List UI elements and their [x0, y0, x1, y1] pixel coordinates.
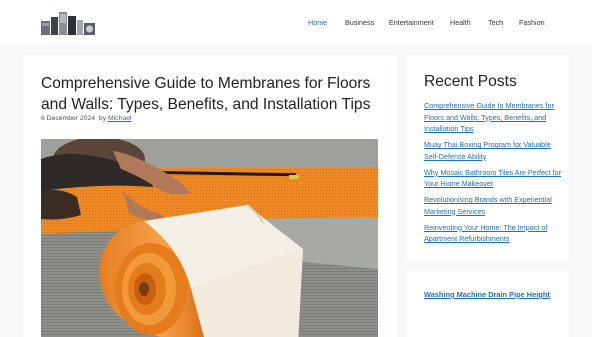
post-article: Comprehensive Guide to Membranes for Flo…: [23, 55, 397, 337]
nav-business[interactable]: Business: [345, 18, 374, 27]
nav-entertainment[interactable]: Entertainment: [389, 18, 434, 27]
list-item: Muay Thai Boxing Program for Valuable Se…: [424, 139, 564, 162]
nav-fashion[interactable]: Fashion: [519, 18, 545, 27]
recent-post-link[interactable]: Comprehensive Guide to Membranes for Flo…: [424, 101, 554, 133]
featured-link-widget: Washing Machine Drain Pipe Height: [406, 270, 569, 337]
recent-post-link[interactable]: Muay Thai Boxing Program for Valuable Se…: [424, 140, 551, 161]
recent-posts-list: Comprehensive Guide to Membranes for Flo…: [424, 100, 564, 249]
list-item: Revolutionising Brands with Experiential…: [424, 194, 564, 217]
post-author-link[interactable]: Michael: [108, 115, 131, 122]
post-meta: 6 December 2024 by Michael: [41, 115, 131, 122]
nav-home[interactable]: Home: [308, 18, 327, 27]
recent-post-link[interactable]: Why Mosaic Bathroom Tiles Are Perfect fo…: [424, 168, 561, 189]
list-item: Reinventing Your Home: The Impact of Apa…: [424, 222, 564, 245]
recent-posts-widget: Recent Posts Comprehensive Guide to Memb…: [406, 55, 569, 261]
list-item: Comprehensive Guide to Membranes for Flo…: [424, 100, 564, 135]
nav-health[interactable]: Health: [450, 18, 471, 27]
list-item: Why Mosaic Bathroom Tiles Are Perfect fo…: [424, 167, 564, 190]
recent-posts-title: Recent Posts: [424, 73, 517, 90]
nav-tech[interactable]: Tech: [488, 18, 503, 27]
post-title: Comprehensive Guide to Membranes for Flo…: [41, 75, 371, 113]
site-header: Home Business Entertainment Health Tech …: [0, 0, 592, 45]
featured-image: [41, 139, 378, 337]
recent-post-link[interactable]: Revolutionising Brands with Experiential…: [424, 195, 552, 216]
main-navigation: Home Business Entertainment Health Tech …: [0, 0, 592, 45]
washing-machine-post-link[interactable]: Washing Machine Drain Pipe Height: [424, 289, 559, 301]
post-date: 6 December 2024: [41, 115, 96, 122]
recent-post-link[interactable]: Reinventing Your Home: The Impact of Apa…: [424, 223, 547, 244]
post-by-label: by: [98, 115, 107, 122]
